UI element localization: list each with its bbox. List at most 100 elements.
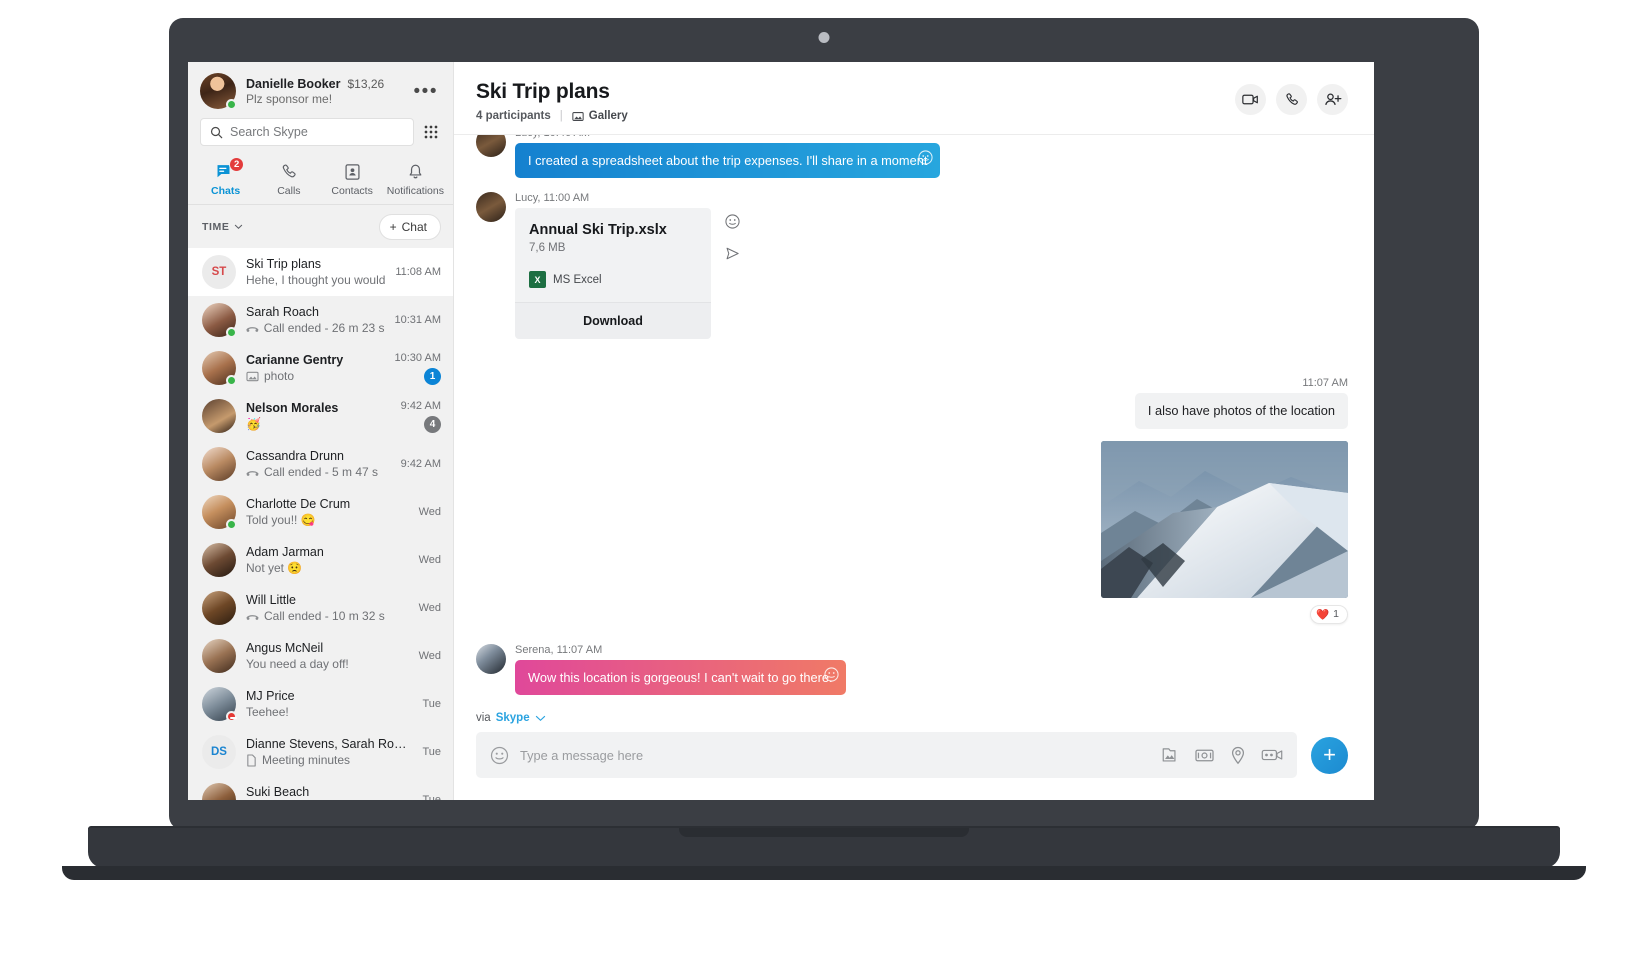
chat-item-name: Cassandra Drunn bbox=[246, 449, 344, 463]
excel-icon: X bbox=[529, 271, 546, 289]
presence-indicator bbox=[226, 711, 237, 722]
sort-by-time-button[interactable]: TIME bbox=[202, 221, 243, 233]
tab-contacts[interactable]: Contacts bbox=[321, 158, 384, 197]
photo-attachment[interactable] bbox=[1101, 440, 1348, 598]
avatar[interactable] bbox=[202, 543, 236, 577]
add-content-button[interactable]: + bbox=[1311, 736, 1348, 774]
video-message-icon[interactable] bbox=[1261, 747, 1283, 763]
message-hover-actions bbox=[725, 208, 740, 266]
smiley-icon[interactable] bbox=[490, 746, 509, 765]
chat-item-preview: Teehee! bbox=[246, 705, 289, 719]
avatar[interactable] bbox=[202, 783, 236, 800]
send-money-icon[interactable] bbox=[1194, 747, 1215, 764]
via-prefix: via bbox=[476, 712, 491, 724]
avatar[interactable] bbox=[202, 639, 236, 673]
conversation-subtitle: 4 participants | Gallery bbox=[476, 110, 628, 122]
chat-list-item[interactable]: Cassandra Drunn Call ended - 5 m 47 s 9:… bbox=[188, 440, 453, 488]
forward-icon[interactable] bbox=[725, 246, 740, 266]
avatar[interactable] bbox=[202, 687, 237, 722]
new-chat-label: Chat bbox=[401, 220, 427, 234]
chat-item-name: Suki Beach bbox=[246, 785, 310, 799]
tab-chats[interactable]: 2 Chats bbox=[194, 157, 257, 197]
chat-list-item[interactable]: Sarah Roach Call ended - 26 m 23 s 10:31… bbox=[188, 296, 453, 344]
chat-item-name: MJ Price bbox=[246, 689, 295, 703]
search-input[interactable] bbox=[230, 125, 404, 139]
avatar[interactable] bbox=[202, 303, 237, 338]
avatar[interactable] bbox=[476, 643, 506, 674]
message-composer[interactable] bbox=[476, 732, 1297, 778]
chat-item-meta: Wed bbox=[419, 506, 441, 518]
chat-item-body: Will Little Call ended - 10 m 32 s bbox=[246, 593, 409, 623]
chat-item-name: Nelson Morales bbox=[246, 401, 339, 415]
chat-item-time: Tue bbox=[422, 698, 441, 710]
tab-notifications[interactable]: Notifications bbox=[384, 158, 447, 197]
tab-calls[interactable]: Calls bbox=[257, 158, 320, 197]
message-thread[interactable]: Lucy, 10:46 AM I created a spreadsheet a… bbox=[454, 135, 1374, 712]
via-service-name[interactable]: Skype bbox=[496, 712, 530, 724]
react-smiley-icon[interactable] bbox=[823, 666, 839, 682]
message-bubble[interactable]: Wow this location is gorgeous! I can't w… bbox=[515, 659, 846, 695]
chat-list-item[interactable]: MJ Price Teehee! Tue bbox=[188, 680, 453, 728]
message-bubble[interactable]: I created a spreadsheet about the trip e… bbox=[515, 143, 941, 179]
react-smiley-icon[interactable] bbox=[725, 214, 740, 234]
call-ended-icon bbox=[246, 470, 259, 476]
avatar[interactable] bbox=[476, 135, 506, 157]
message-row: Serena, 11:07 AM Wow this location is go… bbox=[476, 643, 1348, 695]
chat-item-body: Adam Jarman Not yet 😟 bbox=[246, 545, 409, 575]
chat-list-item[interactable]: Angus McNeil You need a day off! Wed bbox=[188, 632, 453, 680]
avatar[interactable] bbox=[476, 192, 506, 223]
chat-item-name: Carianne Gentry bbox=[246, 353, 344, 367]
chat-list-item[interactable]: Charlotte De Crum Told you!! 😋 Wed bbox=[188, 488, 453, 536]
share-location-icon[interactable] bbox=[1230, 746, 1246, 765]
download-button[interactable]: Download bbox=[515, 302, 711, 340]
chat-list-item[interactable]: Carianne Gentry photo 10:30 AM 1 bbox=[188, 344, 453, 392]
message-reaction[interactable]: ❤️ 1 bbox=[1310, 604, 1348, 624]
dialpad-icon[interactable] bbox=[421, 122, 441, 142]
chat-item-meta: 9:42 AM bbox=[401, 458, 441, 470]
avatar[interactable] bbox=[200, 73, 237, 110]
audio-call-button[interactable] bbox=[1276, 84, 1307, 115]
add-people-button[interactable] bbox=[1317, 84, 1348, 115]
chat-item-time: 10:31 AM bbox=[394, 314, 441, 326]
avatar[interactable] bbox=[202, 591, 236, 625]
message-bubble[interactable]: I also have photos of the location bbox=[1134, 393, 1348, 429]
chat-item-meta: 10:30 AM 1 bbox=[395, 352, 441, 385]
chat-item-time: Wed bbox=[418, 506, 441, 518]
chat-item-preview: Told you!! 😋 bbox=[246, 513, 316, 527]
chevron-down-icon bbox=[235, 224, 243, 229]
send-image-icon[interactable] bbox=[1159, 746, 1179, 764]
message-timestamp: 11:07 AM bbox=[1302, 377, 1348, 390]
new-chat-button[interactable]: + Chat bbox=[378, 214, 441, 240]
avatar[interactable] bbox=[202, 351, 237, 386]
avatar[interactable] bbox=[202, 447, 236, 481]
chat-list-item[interactable]: Nelson Morales 🥳 9:42 AM 4 bbox=[188, 392, 453, 440]
chats-badge: 2 bbox=[229, 157, 245, 172]
chat-list-item[interactable]: Suki Beach Call ended - 27 m 29 s Tue bbox=[188, 776, 453, 800]
chat-item-preview: photo bbox=[246, 369, 385, 383]
chat-list-item[interactable]: ST Ski Trip plans Hehe, I thought you wo… bbox=[188, 248, 453, 296]
profile-more-button[interactable]: ••• bbox=[411, 80, 441, 103]
message-input[interactable] bbox=[520, 747, 1148, 763]
profile-header[interactable]: Danielle Booker $13,26 Plz sponsor me! •… bbox=[188, 62, 453, 118]
gallery-button[interactable]: Gallery bbox=[572, 110, 628, 122]
search-box[interactable] bbox=[200, 118, 414, 146]
message-text: I also have photos of the location bbox=[1147, 403, 1335, 419]
video-camera-icon bbox=[1242, 94, 1258, 105]
chat-item-time: Tue bbox=[422, 794, 441, 800]
chat-list-item[interactable]: Adam Jarman Not yet 😟 Wed bbox=[188, 536, 453, 584]
presence-indicator bbox=[226, 519, 237, 530]
page-title: Ski Trip plans bbox=[476, 80, 610, 103]
via-service-selector[interactable]: via Skype bbox=[476, 712, 1348, 724]
composer-row: + bbox=[476, 732, 1348, 778]
video-call-button[interactable] bbox=[1235, 84, 1266, 115]
chat-list[interactable]: ST Ski Trip plans Hehe, I thought you wo… bbox=[188, 248, 453, 800]
participants-count[interactable]: 4 participants bbox=[476, 110, 551, 122]
react-smiley-icon[interactable] bbox=[918, 150, 933, 165]
avatar[interactable] bbox=[202, 399, 236, 433]
chat-item-meta: Tue bbox=[422, 746, 441, 758]
chat-item-meta: 11:08 AM bbox=[395, 266, 441, 278]
chat-list-item[interactable]: DS Dianne Stevens, Sarah Roach Meeting m… bbox=[188, 728, 453, 776]
file-attachment-card[interactable]: Annual Ski Trip.xslx 7,6 MB X MS Excel D… bbox=[515, 208, 711, 340]
avatar[interactable] bbox=[202, 495, 237, 530]
chat-list-item[interactable]: Will Little Call ended - 10 m 32 s Wed bbox=[188, 584, 453, 632]
